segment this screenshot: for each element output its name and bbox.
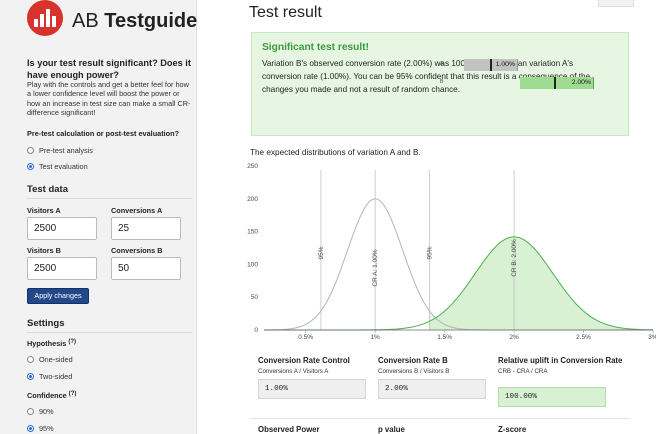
help-icon[interactable]: (?)	[69, 391, 77, 397]
confidence-label: Confidence (?)	[27, 391, 77, 400]
brand-title: AB Testguide	[72, 10, 198, 32]
top-strip	[598, 0, 634, 7]
series-b-area	[429, 236, 653, 330]
conversions-b-input[interactable]: 50	[111, 257, 181, 280]
cr-control-metric: Conversion Rate Control Conversions A / …	[258, 356, 350, 375]
bar-b-marker	[554, 77, 556, 89]
conversions-a-input[interactable]: 25	[111, 217, 181, 240]
main-content: Test result Significant test result! Var…	[197, 0, 656, 434]
bar-b-label: B	[440, 79, 444, 85]
y-tick-label: 0	[254, 327, 258, 334]
radio-checked-icon[interactable]	[27, 373, 34, 380]
hypothesis-label: Hypothesis (?)	[27, 339, 77, 348]
help-icon[interactable]: (?)	[68, 339, 76, 345]
visitors-b-input[interactable]: 2500	[27, 257, 97, 280]
test-data-title: Test data	[27, 184, 69, 195]
x-tick-label: 3%	[648, 334, 656, 341]
x-tick-label: 1.5%	[437, 334, 452, 341]
conversions-a-label: Conversions A	[111, 206, 163, 215]
radio-checked-icon[interactable]	[27, 163, 34, 170]
annotation-label: CR A: 1.00%	[372, 249, 379, 286]
x-tick-label: 0.5%	[298, 334, 313, 341]
radio-one-sided[interactable]: One-sided	[27, 355, 73, 364]
x-tick-label: 2.5%	[576, 334, 591, 341]
y-tick-label: 100	[247, 261, 258, 268]
annotation-label: CR B: 2.00%	[511, 239, 518, 277]
visitors-a-label: Visitors A	[27, 206, 61, 215]
y-tick-label: 200	[247, 196, 258, 203]
y-tick-label: 150	[247, 229, 258, 236]
radio-icon[interactable]	[27, 408, 34, 415]
sidebar: AB Testguide Is your test result signifi…	[0, 0, 197, 434]
annotation-label: 95%	[318, 246, 325, 259]
sidebar-heading: Is your test result significant? Does it…	[27, 58, 191, 80]
x-tick-label: 2%	[509, 334, 519, 341]
y-tick-label: 50	[251, 294, 259, 301]
settings-title: Settings	[27, 318, 65, 329]
annotation-label: 95%	[426, 246, 433, 259]
apply-changes-button[interactable]: Apply changes	[27, 288, 89, 304]
result-title: Significant test result!	[262, 42, 369, 53]
logo-icon	[27, 0, 63, 36]
chart-title: The expected distributions of variation …	[250, 148, 421, 157]
radio-90[interactable]: 90%	[27, 407, 54, 416]
uplift-value: 100.00%	[498, 387, 606, 407]
radio-icon[interactable]	[27, 147, 34, 154]
bar-a-label: A	[440, 61, 444, 67]
y-tick-label: 250	[247, 163, 258, 170]
result-box: Significant test result! Variation B's o…	[251, 32, 629, 136]
page-title: Test result	[249, 4, 322, 21]
cr-control-value: 1.00%	[258, 379, 366, 399]
test-mode-question: Pre-test calculation or post-test evalua…	[27, 129, 180, 138]
observed-power-label: Observed Power	[258, 425, 320, 434]
visitors-b-label: Visitors B	[27, 246, 61, 255]
visitors-a-input[interactable]: 2500	[27, 217, 97, 240]
bar-a-marker	[490, 59, 492, 71]
sidebar-intro: Play with the controls and get a better …	[27, 80, 191, 117]
radio-icon[interactable]	[27, 356, 34, 363]
uplift-metric: Relative uplift in Conversion Rate CRB -…	[498, 356, 623, 375]
conversions-b-label: Conversions B	[111, 246, 163, 255]
cr-b-metric: Conversion Rate B Conversions B / Visito…	[378, 356, 450, 375]
bar-b: 2.00%	[520, 77, 594, 89]
radio-95[interactable]: 95%	[27, 424, 54, 433]
radio-two-sided[interactable]: Two-sided	[27, 372, 72, 381]
radio-checked-icon[interactable]	[27, 425, 34, 432]
radio-test-evaluation[interactable]: Test evaluation	[27, 162, 88, 171]
radio-pre-test[interactable]: Pre-test analysis	[27, 146, 93, 155]
z-score-label: Z-score	[498, 425, 527, 434]
x-tick-label: 1%	[370, 334, 380, 341]
divider	[250, 418, 630, 419]
distribution-chart: 0 50 100 150 200 250 0.5% 1% 1.5% 2% 2.5% 3% 95% CR A…	[247, 163, 656, 341]
p-value-label: p value	[378, 425, 405, 434]
cr-b-value: 2.00%	[378, 379, 486, 399]
divider	[27, 198, 192, 199]
divider	[27, 332, 192, 333]
